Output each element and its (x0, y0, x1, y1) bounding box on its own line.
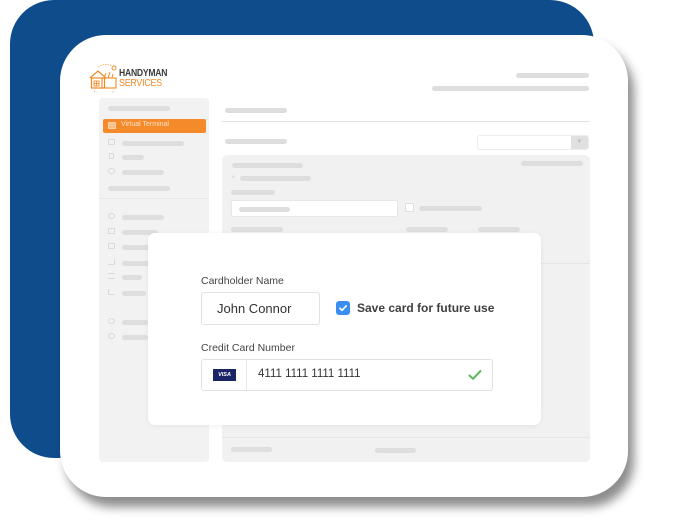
column-placeholder-1 (231, 227, 283, 232)
background-input[interactable] (231, 200, 398, 217)
sidebar-item[interactable] (122, 291, 146, 296)
page-title-placeholder (225, 108, 287, 113)
chevron-down-icon: ▼ (571, 136, 588, 149)
chart-icon (108, 289, 115, 295)
sidebar-item-label: Virtual Terminal (121, 121, 169, 128)
cart-icon (108, 259, 115, 265)
sidebar-divider (99, 198, 209, 199)
column-placeholder-2 (406, 227, 448, 232)
checkbox-label-placeholder (419, 206, 482, 211)
background-checkbox[interactable] (405, 203, 414, 212)
payment-card-form (148, 233, 541, 425)
sidebar-item[interactable] (122, 155, 144, 160)
panel-action-placeholder (521, 161, 583, 166)
filter-icon (108, 273, 115, 279)
card-icon (108, 228, 115, 234)
header-divider (222, 121, 590, 122)
footer-placeholder-1 (231, 447, 272, 452)
section-title-placeholder (225, 139, 287, 144)
sidebar-heading-placeholder (108, 106, 170, 111)
select-dropdown[interactable]: ▼ (477, 135, 589, 150)
brand-tagline: SERVICES (119, 78, 162, 89)
header-placeholder-2 (432, 86, 589, 91)
house-toolbox-icon (89, 64, 117, 93)
brand-logo: HANDYMAN SERVICES (88, 63, 178, 95)
sidebar-item[interactable] (122, 170, 164, 175)
checkmark-icon (339, 305, 348, 312)
sidebar-item[interactable] (122, 215, 164, 220)
field-label-placeholder (231, 190, 275, 195)
terminal-icon (108, 122, 116, 129)
cardholder-name-label: Cardholder Name (201, 275, 284, 287)
sidebar-item[interactable] (122, 275, 142, 280)
file-icon (109, 153, 114, 159)
panel-heading-placeholder (232, 163, 303, 168)
header-placeholder-1 (516, 73, 589, 78)
plus-icon: + (231, 174, 236, 181)
document-icon (108, 139, 115, 145)
valid-check-icon (468, 370, 482, 380)
calendar-icon (108, 243, 115, 249)
visa-icon: VISA (213, 369, 236, 381)
home-icon (108, 213, 115, 219)
save-card-label[interactable]: Save card for future use (357, 301, 494, 315)
sidebar-item[interactable] (122, 335, 148, 340)
panel-divider (222, 437, 590, 438)
sidebar-item[interactable] (122, 320, 148, 325)
user-icon (108, 318, 115, 324)
card-number-input[interactable]: 4111 1111 1111 1111 (258, 368, 361, 380)
card-number-field[interactable]: VISA 4111 1111 1111 1111 (201, 359, 493, 391)
sidebar-item-virtual-terminal[interactable]: Virtual Terminal (103, 119, 206, 133)
sidebar-section-placeholder (108, 186, 170, 191)
sidebar-item[interactable] (122, 141, 184, 146)
card-number-label: Credit Card Number (201, 342, 295, 354)
panel-subheading-placeholder (240, 176, 311, 181)
settings-icon (108, 333, 115, 339)
card-brand-section: VISA (202, 360, 247, 390)
save-card-checkbox[interactable] (336, 301, 350, 315)
link-icon (108, 168, 115, 174)
footer-placeholder-2 (375, 448, 416, 453)
column-placeholder-3 (478, 227, 520, 232)
cardholder-name-input[interactable]: John Connor (201, 292, 320, 325)
